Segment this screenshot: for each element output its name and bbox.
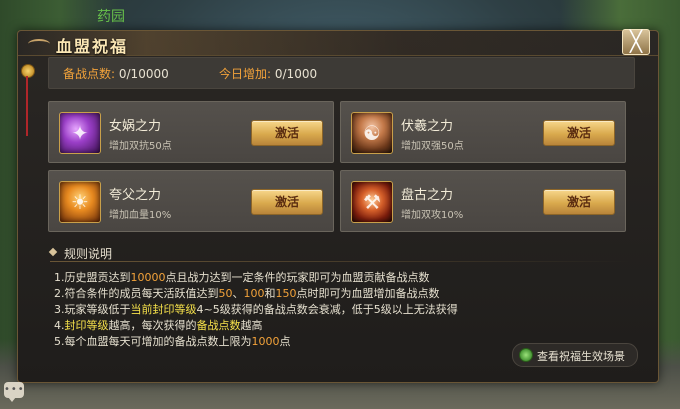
rule-text: 越高 — [240, 319, 263, 332]
rules-divider — [50, 261, 630, 262]
rule-line: 2.符合条件的成员每天活跃值达到50、100和150点时即可为血盟增加备战点数 — [54, 285, 440, 301]
blessing-name: 夸父之力 — [109, 188, 162, 203]
close-button[interactable]: ╳ — [622, 29, 650, 55]
blood-alliance-blessing-dialog: 血盟祝福 ╳ 备战点数: 0/10000 今日增加: 0/1000 ✦ 女娲之力… — [17, 29, 659, 383]
activate-button-pangu[interactable]: 激活 — [543, 189, 615, 215]
diamond-icon — [48, 247, 58, 257]
rule-text: 1.历史盟贡达到 — [54, 271, 131, 284]
title-ornament-icon — [28, 39, 50, 49]
today-added-label: 今日增加: — [219, 67, 272, 81]
view-blessing-scene-button[interactable]: 查看祝福生效场景 — [512, 343, 638, 367]
blessing-name: 盘古之力 — [401, 188, 454, 203]
rule-text: 4. — [54, 319, 65, 332]
coin-icon — [21, 64, 35, 78]
chat-dots: ••• — [4, 384, 25, 395]
nvwa-portrait-icon: ✦ — [59, 112, 101, 154]
blessing-card-pangu: ⚒ 盘古之力 增加双攻10% 激活 — [340, 170, 626, 232]
rule-highlight: 50 — [218, 287, 233, 300]
rule-line: 4.封印等级越高，每次获得的备战点数越高 — [54, 317, 263, 333]
fuxi-portrait-icon: ☯ — [351, 112, 393, 154]
rule-text: 5.每个血盟每天可增加的备战点数上限为 — [54, 335, 252, 348]
stats-bar: 备战点数: 0/10000 今日增加: 0/1000 — [48, 57, 635, 89]
rule-line: 1.历史盟贡达到10000点且战力达到一定条件的玩家即可为血盟贡献备战点数 — [54, 269, 430, 285]
rules-title: 规则说明 — [64, 247, 113, 261]
rule-text: 4~5级获得的备战点数会衰减，低于5级以上无法获得 — [196, 303, 458, 316]
rule-highlight: 封印等级 — [64, 319, 109, 332]
activate-button-kuafu[interactable]: 激活 — [251, 189, 323, 215]
blessing-card-kuafu: ☀ 夸父之力 增加血量10% 激活 — [48, 170, 334, 232]
chat-bubble-icon[interactable]: ••• — [4, 382, 25, 402]
rule-text: 、 — [232, 287, 244, 300]
prep-points-value: 0/10000 — [118, 67, 169, 81]
blessing-desc: 增加双抗50点 — [109, 141, 172, 152]
blessing-card-fuxi: ☯ 伏羲之力 增加双强50点 激活 — [340, 101, 626, 163]
pangu-portrait-icon: ⚒ — [351, 181, 393, 223]
rule-line: 3.玩家等级低于当前封印等级4~5级获得的备战点数会衰减，低于5级以上无法获得 — [54, 301, 458, 317]
magnifier-plus-icon — [519, 348, 533, 362]
activate-button-fuxi[interactable]: 激活 — [543, 120, 615, 146]
rule-text: 点时即可为血盟增加备战点数 — [296, 287, 440, 300]
rule-highlight: 150 — [275, 287, 297, 300]
rule-line: 5.每个血盟每天可增加的备战点数上限为1000点 — [54, 333, 291, 349]
today-added-value: 0/1000 — [274, 67, 318, 81]
prep-points-label: 备战点数: — [63, 67, 116, 81]
background-location-label: 药园 — [97, 9, 125, 25]
rules-header: 规则说明 — [48, 244, 250, 262]
rule-highlight: 10000 — [130, 271, 166, 284]
activate-button-nvwa[interactable]: 激活 — [251, 120, 323, 146]
prep-points-stat: 备战点数: 0/10000 — [63, 65, 169, 82]
kuafu-portrait-icon: ☀ — [59, 181, 101, 223]
rule-highlight: 1000 — [251, 335, 280, 348]
today-added-stat: 今日增加: 0/1000 — [219, 65, 317, 82]
blessing-name: 伏羲之力 — [401, 119, 454, 134]
blessing-desc: 增加双攻10% — [401, 210, 464, 221]
blessing-name: 女娲之力 — [109, 119, 162, 134]
side-tassel-decoration — [21, 64, 35, 136]
rule-highlight: 备战点数 — [196, 319, 241, 332]
rule-text: 3.玩家等级低于 — [54, 303, 131, 316]
blessing-desc: 增加血量10% — [109, 210, 172, 221]
blessing-desc: 增加双强50点 — [401, 141, 464, 152]
dialog-title: 血盟祝福 — [56, 37, 129, 56]
rule-text: 点且战力达到一定条件的玩家即可为血盟贡献备战点数 — [165, 271, 430, 284]
tassel-string — [26, 76, 28, 136]
dialog-title-bar: 血盟祝福 ╳ — [18, 29, 658, 56]
rule-highlight: 100 — [243, 287, 265, 300]
rule-text: 和 — [264, 287, 276, 300]
rule-highlight: 当前封印等级 — [130, 303, 197, 316]
view-blessing-scene-label: 查看祝福生效场景 — [537, 350, 625, 363]
rule-text: 2.符合条件的成员每天活跃值达到 — [54, 287, 219, 300]
blessing-card-nvwa: ✦ 女娲之力 增加双抗50点 激活 — [48, 101, 334, 163]
rule-text: 点 — [279, 335, 291, 348]
rule-text: 越高，每次获得的 — [108, 319, 197, 332]
